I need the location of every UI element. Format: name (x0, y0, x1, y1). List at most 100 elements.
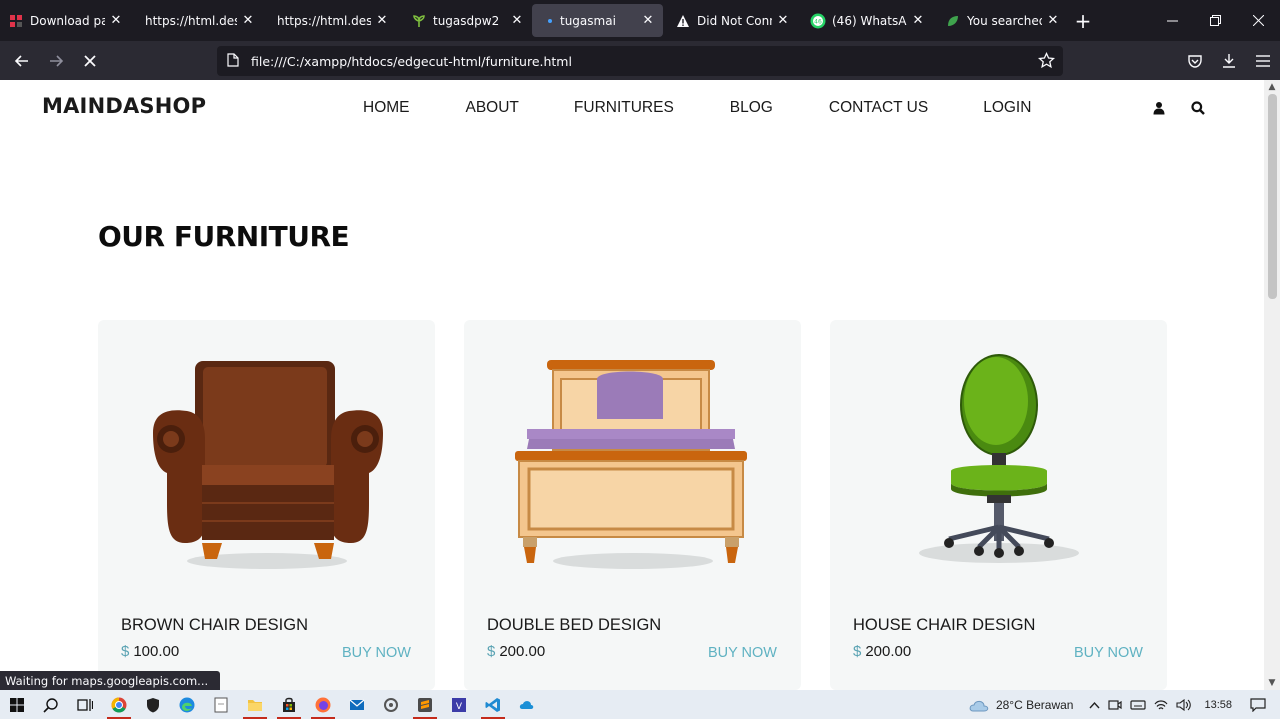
buy-now-button[interactable]: BUY NOW (1074, 645, 1143, 661)
tab-tugasmai[interactable]: tugasmai ✕ (532, 4, 663, 37)
meet-now-icon[interactable] (1108, 698, 1123, 712)
close-icon[interactable]: ✕ (241, 13, 255, 28)
tab-you-searched[interactable]: You searched fo ✕ (933, 4, 1068, 37)
file-explorer-icon[interactable] (238, 690, 272, 719)
whatsapp-icon: 46 (810, 13, 826, 29)
brown-armchair-image[interactable] (98, 348, 435, 578)
close-icon[interactable]: ✕ (911, 13, 925, 28)
tab-label: You searched fo (967, 13, 1042, 28)
store-icon[interactable] (272, 690, 306, 719)
hamburger-menu-icon[interactable] (1246, 41, 1280, 80)
site-header: MAINDASHOP HOME ABOUT FURNITURES BLOG CO… (0, 80, 1264, 136)
back-arrow-icon[interactable] (5, 46, 39, 76)
close-window-icon[interactable] (1237, 0, 1280, 41)
menu-item-about[interactable]: ABOUT (466, 99, 519, 117)
product-card: DOUBLE BED DESIGN $200.00 BUY NOW (464, 320, 801, 690)
edge-icon[interactable] (170, 690, 204, 719)
tab-download-page[interactable]: Download page ✕ (0, 4, 131, 37)
product-price: $100.00 (121, 643, 179, 660)
system-tray: 28°C Berawan 13:58 (968, 690, 1280, 719)
tab-whatsapp[interactable]: 46 (46) WhatsApp ✕ (798, 4, 933, 37)
address-bar[interactable]: file:///C:/xampp/htdocs/edgecut-html/fur… (217, 46, 1063, 76)
tab-html-design-1[interactable]: https://html.design/ ✕ (131, 4, 263, 37)
weather-text: 28°C Berawan (995, 697, 1074, 712)
office-chair-image[interactable] (830, 348, 1167, 578)
user-icon[interactable] (1153, 100, 1165, 119)
page-scrollbar[interactable]: ▲ ▼ (1264, 80, 1280, 690)
scroll-down-arrow-icon[interactable]: ▼ (1264, 676, 1280, 690)
tab-label: Download page (30, 13, 105, 28)
tab-did-not-connect[interactable]: Did Not Connec ✕ (663, 4, 798, 37)
keyboard-icon[interactable] (1130, 699, 1147, 711)
close-icon[interactable]: ✕ (1046, 13, 1060, 28)
url-text: file:///C:/xampp/htdocs/edgecut-html/fur… (251, 53, 572, 69)
stop-loading-icon[interactable] (73, 46, 107, 76)
settings-app-icon[interactable] (374, 690, 408, 719)
leaf-favicon (945, 13, 961, 29)
visual-studio-icon[interactable]: V (442, 690, 476, 719)
search-icon[interactable] (34, 690, 68, 719)
menu-item-login[interactable]: LOGIN (983, 99, 1031, 117)
task-view-icon[interactable] (68, 690, 102, 719)
weather-app-icon[interactable] (510, 690, 544, 719)
close-icon[interactable]: ✕ (510, 13, 524, 28)
wifi-icon[interactable] (1154, 699, 1168, 711)
tab-label: https://html.design/ (145, 13, 237, 28)
tab-label: tugasmai (560, 13, 616, 28)
product-card: HOUSE CHAIR DESIGN $200.00 BUY NOW (830, 320, 1167, 690)
bookmark-star-icon[interactable] (1037, 51, 1056, 72)
tab-tugasdpw2[interactable]: tugasdpw2 ✕ (397, 4, 532, 37)
product-price: $200.00 (853, 643, 911, 660)
buy-now-button[interactable]: BUY NOW (708, 645, 777, 661)
price-value: 100.00 (133, 643, 180, 660)
notification-icon[interactable] (1250, 697, 1266, 712)
product-name: BROWN CHAIR DESIGN (121, 616, 309, 634)
notepad-icon[interactable] (204, 690, 238, 719)
price-value: 200.00 (499, 643, 546, 660)
volume-icon[interactable] (1176, 698, 1192, 711)
svg-text:46: 46 (814, 18, 822, 25)
close-icon[interactable]: ✕ (109, 13, 123, 28)
product-name: DOUBLE BED DESIGN (487, 616, 662, 634)
chrome-icon[interactable] (102, 690, 136, 719)
page-viewport: MAINDASHOP HOME ABOUT FURNITURES BLOG CO… (0, 80, 1264, 690)
firefox-icon[interactable] (306, 690, 340, 719)
double-bed-image[interactable] (464, 348, 801, 578)
menu-item-contact-us[interactable]: CONTACT US (829, 99, 928, 117)
product-price: $200.00 (487, 643, 545, 660)
close-icon[interactable]: ✕ (641, 13, 655, 28)
downloads-icon[interactable] (1212, 41, 1246, 80)
browser-tab-bar: Download page ✕ https://html.design/ ✕ h… (0, 0, 1280, 41)
restore-icon[interactable] (1194, 0, 1237, 41)
section-title: OUR FURNITURE (98, 220, 350, 253)
vscode-icon[interactable] (476, 690, 510, 719)
sublime-text-icon[interactable] (408, 690, 442, 719)
search-icon[interactable] (1191, 100, 1205, 119)
forward-arrow-icon[interactable] (39, 46, 73, 76)
menu-item-blog[interactable]: BLOG (730, 99, 773, 117)
window-controls (1151, 0, 1280, 41)
price-value: 200.00 (865, 643, 912, 660)
minimize-icon[interactable] (1151, 0, 1194, 41)
close-icon[interactable]: ✕ (776, 13, 790, 28)
browser-nav-bar: file:///C:/xampp/htdocs/edgecut-html/fur… (0, 41, 1280, 80)
clock[interactable]: 13:58 (1204, 699, 1232, 711)
shield-icon[interactable] (136, 690, 170, 719)
mail-icon[interactable] (340, 690, 374, 719)
scrollbar-thumb[interactable] (1268, 94, 1277, 299)
menu-item-furnitures[interactable]: FURNITURES (574, 99, 674, 117)
weather-widget[interactable]: 28°C Berawan (968, 697, 1074, 712)
cloud-icon (969, 700, 989, 711)
download-page-favicon (8, 13, 24, 29)
menu-item-home[interactable]: HOME (363, 99, 410, 117)
new-tab-button[interactable]: + (1068, 4, 1098, 37)
windows-start-icon[interactable] (0, 690, 34, 719)
site-logo[interactable]: MAINDASHOP (42, 94, 206, 118)
pocket-icon[interactable] (1178, 41, 1212, 80)
buy-now-button[interactable]: BUY NOW (342, 645, 411, 661)
currency-symbol: $ (121, 643, 130, 660)
chevron-up-icon[interactable] (1089, 701, 1100, 709)
tab-html-design-2[interactable]: https://html.design/ ✕ (263, 4, 397, 37)
scroll-up-arrow-icon[interactable]: ▲ (1264, 80, 1280, 94)
close-icon[interactable]: ✕ (375, 13, 389, 28)
